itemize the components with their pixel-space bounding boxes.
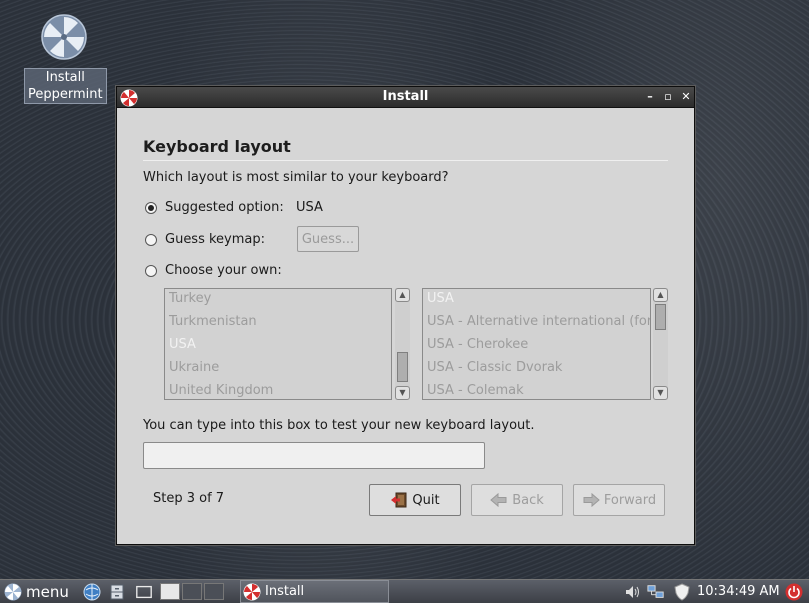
maximize-button[interactable]: ▫: [660, 89, 676, 105]
show-desktop-icon: [136, 585, 152, 598]
layout-list[interactable]: Turkey Turkmenistan USA Ukraine United K…: [164, 288, 392, 400]
scrollbar-thumb[interactable]: [397, 352, 408, 382]
menu-button[interactable]: menu: [4, 580, 69, 603]
volume-control[interactable]: [624, 580, 642, 603]
file-cabinet-icon: [110, 584, 124, 599]
step-indicator: Step 3 of 7: [153, 491, 225, 506]
menu-label: menu: [26, 582, 69, 601]
clock[interactable]: 10:34:49 AM: [697, 580, 780, 603]
forward-button[interactable]: Forward: [573, 484, 665, 516]
keyboard-test-input[interactable]: [143, 442, 485, 469]
variant-list-item[interactable]: USA - Colemak: [423, 381, 650, 399]
layout-list-scrollbar[interactable]: ▲ ▼: [395, 288, 410, 400]
quit-door-icon: [391, 492, 407, 508]
layout-list-item[interactable]: Turkmenistan: [165, 312, 391, 335]
workspace-2[interactable]: [182, 583, 202, 600]
scroll-up-arrow-icon[interactable]: ▲: [395, 288, 410, 302]
file-manager-launcher[interactable]: [108, 580, 126, 603]
browser-launcher[interactable]: [83, 580, 101, 603]
heading-divider: [143, 160, 668, 161]
quit-button[interactable]: Quit: [369, 484, 461, 516]
layout-question: Which layout is most similar to your key…: [143, 170, 449, 185]
peppermint-menu-icon: [4, 583, 22, 600]
scroll-down-arrow-icon[interactable]: ▼: [395, 386, 410, 400]
radio-label-suggested: Suggested option:: [165, 200, 284, 215]
scrollbar-thumb[interactable]: [655, 304, 666, 330]
quit-button-label: Quit: [412, 492, 440, 508]
network-icon: [647, 584, 664, 598]
workspace-1[interactable]: [160, 583, 180, 600]
browser-globe-icon: [83, 583, 101, 600]
radio-guess-keymap[interactable]: Guess keymap:: [145, 232, 265, 247]
variant-list-scrollbar[interactable]: ▲ ▼: [653, 288, 668, 400]
variant-list-item[interactable]: USA - Cherokee: [423, 335, 650, 358]
installer-window: Install – ▫ ✕ Keyboard layout Which layo…: [116, 86, 695, 545]
taskbar-item-label: Install: [265, 584, 305, 599]
radio-label-guess: Guess keymap:: [165, 232, 266, 247]
shield-icon: [674, 582, 690, 601]
forward-button-label: Forward: [603, 492, 657, 508]
power-icon: [785, 583, 803, 600]
back-button[interactable]: Back: [471, 484, 563, 516]
power-button[interactable]: [785, 580, 803, 603]
window-title: Install: [382, 89, 429, 104]
security-status[interactable]: [673, 580, 691, 603]
suggested-layout-value: USA: [296, 200, 323, 215]
window-titlebar[interactable]: Install – ▫ ✕: [117, 87, 694, 108]
variant-list-item-selected[interactable]: USA: [423, 289, 650, 312]
layout-list-item[interactable]: Turkey: [165, 289, 391, 312]
minimize-button[interactable]: –: [642, 89, 658, 105]
taskbar-item-install[interactable]: Install: [240, 580, 389, 603]
peppermint-app-icon: [243, 583, 261, 600]
back-button-label: Back: [512, 492, 544, 508]
radio-choose-your-own[interactable]: Choose your own:: [145, 263, 282, 278]
volume-icon: [626, 585, 639, 598]
page-content: Keyboard layout Which layout is most sim…: [143, 137, 668, 516]
workspace-3[interactable]: [204, 583, 224, 600]
scroll-up-arrow-icon[interactable]: ▲: [653, 288, 668, 302]
show-desktop-button[interactable]: [135, 580, 153, 603]
forward-arrow-icon: [583, 492, 600, 508]
layout-list-item[interactable]: Ukraine: [165, 358, 391, 381]
back-arrow-icon: [490, 492, 507, 508]
radio-label-choose: Choose your own:: [165, 263, 282, 278]
variant-list-item[interactable]: USA - Classic Dvorak: [423, 358, 650, 381]
variant-list[interactable]: USA USA - Alternative international (for…: [422, 288, 651, 400]
close-button[interactable]: ✕: [678, 89, 694, 105]
layout-list-item-selected[interactable]: USA: [165, 335, 391, 358]
radio-button-suggested[interactable]: [145, 201, 157, 214]
variant-list-item[interactable]: USA - Alternative international (for: [423, 312, 650, 335]
radio-button-choose[interactable]: [145, 264, 157, 277]
test-hint-text: You can type into this box to test your …: [143, 418, 535, 433]
radio-suggested-option[interactable]: Suggested option:: [145, 200, 284, 215]
taskbar: menu Install 10:34:49 AM: [0, 579, 809, 603]
page-heading: Keyboard layout: [143, 137, 291, 156]
scroll-down-arrow-icon[interactable]: ▼: [653, 386, 668, 400]
desktop-icon-install-peppermint[interactable]: Install Peppermint: [24, 14, 107, 104]
layout-list-item[interactable]: United Kingdom: [165, 381, 391, 399]
guess-button[interactable]: Guess...: [297, 226, 359, 252]
radio-button-guess[interactable]: [145, 233, 157, 246]
peppermint-logo-icon: [41, 14, 87, 60]
network-status[interactable]: [647, 580, 665, 603]
desktop-icon-label: Install Peppermint: [24, 68, 107, 104]
